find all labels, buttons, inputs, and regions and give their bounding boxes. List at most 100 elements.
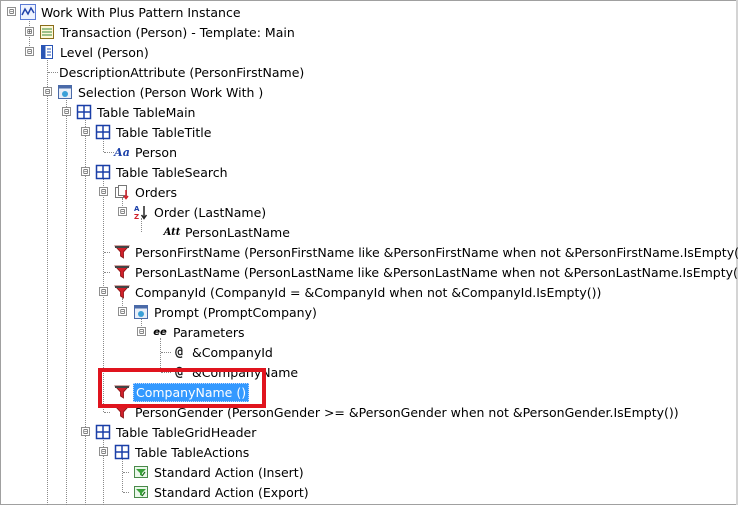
tree-item-label: PersonLastName (PersonLastName like &Per… bbox=[135, 264, 738, 280]
pattern-icon bbox=[20, 4, 36, 20]
tree-item-filter-company-id[interactable]: CompanyId (CompanyId = &CompanyId when n… bbox=[114, 282, 603, 302]
tree-item-label: Prompt (PromptCompany) bbox=[154, 304, 317, 320]
tree-guide-line bbox=[47, 58, 48, 505]
tree-item-label: &CompanyName bbox=[192, 364, 299, 380]
tree-item-label: Parameters bbox=[173, 324, 245, 340]
tree-item-description-attribute[interactable]: DescriptionAttribute (PersonFirstName) bbox=[57, 62, 306, 82]
tree-item-filter-company-name[interactable]: CompanyName () bbox=[114, 382, 250, 402]
tree-item-filter-person-lastname[interactable]: PersonLastName (PersonLastName like &Per… bbox=[114, 262, 738, 282]
collapse-toggle[interactable]: ⊟ bbox=[62, 107, 71, 116]
tree-guide-line bbox=[85, 118, 86, 505]
tree-item-label: &CompanyId bbox=[192, 344, 273, 360]
tree-item-table-main[interactable]: Table TableMain bbox=[76, 102, 197, 122]
tree-item-label: Standard Action (Insert) bbox=[154, 464, 304, 480]
selection-icon bbox=[57, 84, 73, 100]
tree-item-param-company-name[interactable]: @ &CompanyName bbox=[171, 362, 300, 382]
tree-guide-line bbox=[122, 458, 123, 492]
collapse-toggle[interactable]: ⊟ bbox=[81, 167, 90, 176]
tree-item-label: Table TableSearch bbox=[116, 164, 228, 180]
tree-item-table-search[interactable]: Table TableSearch bbox=[95, 162, 230, 182]
tree-item-label: Table TableActions bbox=[135, 444, 250, 460]
text-block-icon: Aa bbox=[114, 145, 130, 159]
tree-item-label: Selection (Person Work With ) bbox=[78, 84, 264, 100]
tree-guide-line bbox=[161, 352, 171, 353]
tree-item-orders[interactable]: Orders bbox=[114, 182, 179, 202]
sort-az-icon: AZ bbox=[133, 204, 149, 220]
tree-guide-line bbox=[104, 272, 110, 273]
tree-item-label: PersonLastName bbox=[185, 224, 290, 240]
tree-item-label: Orders bbox=[135, 184, 178, 200]
svg-text:A: A bbox=[134, 205, 140, 213]
tree-item-label: Transaction (Person) - Template: Main bbox=[60, 24, 295, 40]
expand-toggle[interactable]: ⊞ bbox=[25, 27, 34, 36]
transaction-icon bbox=[39, 24, 55, 40]
tree-item-pattern-instance[interactable]: Work With Plus Pattern Instance bbox=[20, 2, 243, 22]
tree-item-action-insert[interactable]: Standard Action (Insert) bbox=[133, 462, 306, 482]
tree-guide-line bbox=[123, 492, 129, 493]
tree-guide-line bbox=[104, 252, 110, 253]
tree-guide-line bbox=[104, 152, 114, 153]
table-icon bbox=[95, 124, 111, 140]
attribute-icon: Att bbox=[163, 226, 181, 238]
collapse-toggle[interactable]: ⊟ bbox=[99, 447, 108, 456]
prompt-icon bbox=[133, 304, 149, 320]
tree-item-label: Level (Person) bbox=[60, 44, 149, 60]
tree-item-filter-person-firstname[interactable]: PersonFirstName (PersonFirstName like &P… bbox=[114, 242, 738, 262]
tree-item-label: Table TableTitle bbox=[116, 124, 212, 140]
collapse-toggle[interactable]: ⊟ bbox=[137, 327, 146, 336]
table-icon bbox=[95, 424, 111, 440]
collapse-toggle[interactable]: ⊟ bbox=[81, 127, 90, 136]
collapse-toggle[interactable]: ⊟ bbox=[7, 7, 16, 16]
table-icon bbox=[95, 164, 111, 180]
tree-item-label: PersonFirstName (PersonFirstName like &P… bbox=[135, 244, 738, 260]
tree-item-label: Table TableMain bbox=[97, 104, 196, 120]
tree-guide-line bbox=[160, 338, 161, 372]
tree-item-param-company-id[interactable]: @ &CompanyId bbox=[171, 342, 275, 362]
collapse-toggle[interactable]: ⊟ bbox=[81, 427, 90, 436]
table-icon bbox=[114, 444, 130, 460]
tree-item-parameters[interactable]: ee Parameters bbox=[152, 322, 247, 342]
action-icon bbox=[133, 464, 149, 480]
collapse-toggle[interactable]: ⊟ bbox=[99, 287, 108, 296]
tree-item-label: Work With Plus Pattern Instance bbox=[41, 4, 241, 20]
filter-icon bbox=[114, 404, 130, 420]
filter-icon bbox=[114, 384, 130, 400]
tree-item-label: Person bbox=[135, 144, 178, 160]
tree-guide-line bbox=[104, 412, 110, 413]
tree-item-prompt[interactable]: Prompt (PromptCompany) bbox=[133, 302, 319, 322]
collapse-toggle[interactable]: ⊟ bbox=[118, 307, 127, 316]
collapse-toggle[interactable]: ⊟ bbox=[118, 207, 127, 216]
tree-item-table-actions[interactable]: Table TableActions bbox=[114, 442, 251, 462]
collapse-toggle[interactable]: ⊟ bbox=[99, 187, 108, 196]
orders-icon bbox=[114, 184, 130, 200]
tree-item-action-export[interactable]: Standard Action (Export) bbox=[133, 482, 311, 502]
tree-item-transaction[interactable]: Transaction (Person) - Template: Main bbox=[39, 22, 297, 42]
tree-item-filter-person-gender[interactable]: PersonGender (PersonGender >= &PersonGen… bbox=[114, 402, 681, 422]
tree-guide-line bbox=[66, 98, 67, 505]
variable-icon: @ bbox=[175, 344, 183, 360]
svg-text:Z: Z bbox=[134, 213, 139, 220]
tree-item-table-grid-header[interactable]: Table TableGridHeader bbox=[95, 422, 258, 442]
tree-item-order-lastname[interactable]: AZ Order (LastName) bbox=[133, 202, 268, 222]
tree-item-label: DescriptionAttribute (PersonFirstName) bbox=[59, 64, 305, 80]
tree-item-label: Table TableGridHeader bbox=[116, 424, 257, 440]
tree-item-label: CompanyName () bbox=[133, 382, 250, 402]
filter-icon bbox=[114, 264, 130, 280]
tree-item-table-title[interactable]: Table TableTitle bbox=[95, 122, 213, 142]
tree-item-selection[interactable]: Selection (Person Work With ) bbox=[57, 82, 265, 102]
tree-guide-line bbox=[123, 472, 129, 473]
variable-icon: @ bbox=[175, 364, 183, 380]
tree-item-label: Standard Action (Export) bbox=[154, 484, 309, 500]
collapse-toggle[interactable]: ⊟ bbox=[43, 87, 52, 96]
tree-item-label: PersonGender (PersonGender >= &PersonGen… bbox=[135, 404, 679, 420]
filter-icon bbox=[114, 284, 130, 300]
table-icon bbox=[76, 104, 92, 120]
collapse-toggle[interactable]: ⊟ bbox=[25, 47, 34, 56]
filter-icon bbox=[114, 244, 130, 260]
level-icon bbox=[39, 44, 55, 60]
tree-item-level[interactable]: Level (Person) bbox=[39, 42, 151, 62]
action-icon bbox=[133, 484, 149, 500]
tree-item-label: Order (LastName) bbox=[154, 204, 267, 220]
tree-item-order-attribute[interactable]: Att PersonLastName bbox=[164, 222, 292, 242]
tree-item-text-block[interactable]: Aa Person bbox=[114, 142, 179, 162]
